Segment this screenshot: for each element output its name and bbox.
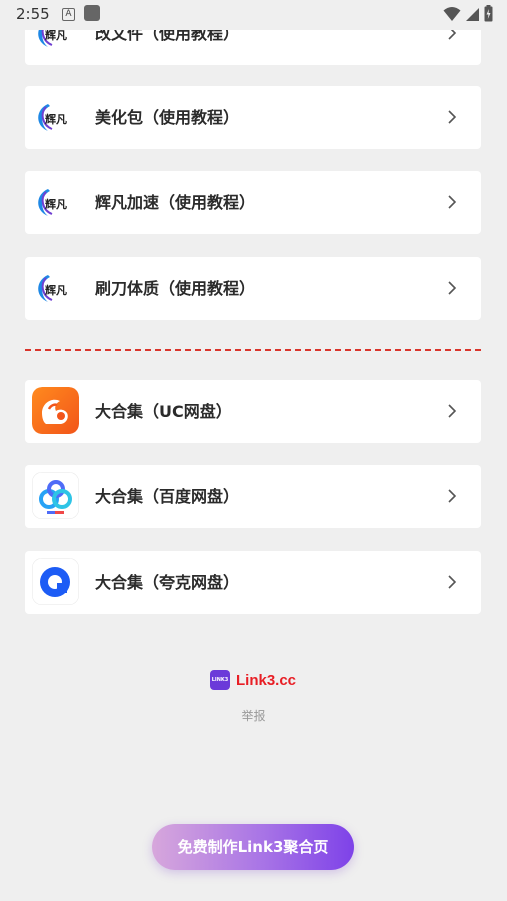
status-time: 2:55 — [16, 5, 50, 23]
notification-a-icon: A — [62, 8, 75, 21]
huifan-logo-icon: 辉凡 — [38, 275, 67, 302]
collection-card-uc-drive[interactable]: 大合集（UC网盘） — [25, 380, 481, 443]
huifan-logo-icon: 辉凡 — [38, 104, 67, 131]
svg-text:辉凡: 辉凡 — [45, 198, 67, 211]
chevron-right-icon — [448, 575, 457, 589]
chevron-right-icon — [448, 404, 457, 418]
huifan-logo-icon: 辉凡 — [38, 189, 67, 216]
chevron-right-icon — [448, 110, 457, 124]
battery-icon — [484, 5, 493, 22]
tutorial-card-huifan-accelerate[interactable]: 辉凡 辉凡加速（使用教程） — [25, 171, 481, 234]
tutorial-card-beautify-pack[interactable]: 辉凡 美化包（使用教程） — [25, 86, 481, 149]
card-label: 大合集（夸克网盘） — [95, 573, 240, 592]
chevron-right-icon — [448, 195, 457, 209]
baidu-netdisk-icon — [32, 472, 79, 519]
card-label: 刷刀体质（使用教程） — [95, 279, 256, 298]
collection-card-quark-drive[interactable]: 大合集（夸克网盘） — [25, 551, 481, 614]
svg-text:辉凡: 辉凡 — [45, 113, 67, 126]
wifi-icon — [443, 6, 461, 21]
collection-card-baidu-netdisk[interactable]: 大合集（百度网盘） — [25, 465, 481, 528]
chevron-right-icon — [448, 281, 457, 295]
chevron-right-icon — [448, 489, 457, 503]
svg-text:辉凡: 辉凡 — [45, 29, 67, 42]
card-label: 大合集（百度网盘） — [95, 487, 240, 506]
signal-icon — [466, 7, 479, 21]
svg-text:辉凡: 辉凡 — [45, 284, 67, 297]
status-bar: 2:55 A — [0, 0, 507, 30]
link3-logo-icon: LINK3 — [210, 670, 230, 690]
tutorial-card-blade-physique[interactable]: 辉凡 刷刀体质（使用教程） — [25, 257, 481, 320]
quark-drive-icon — [32, 558, 79, 605]
report-link[interactable]: 举报 — [0, 707, 507, 724]
notification-app-icon — [84, 5, 100, 21]
link3-brand[interactable]: LINK3 Link3.cc — [210, 670, 296, 690]
section-divider — [25, 349, 481, 351]
card-label: 美化包（使用教程） — [95, 108, 240, 127]
create-link3-page-button[interactable]: 免费制作Link3聚合页 — [152, 824, 354, 870]
brand-name: Link3.cc — [236, 671, 297, 689]
card-label: 辉凡加速（使用教程） — [95, 193, 256, 212]
uc-drive-icon — [32, 387, 79, 434]
card-label: 大合集（UC网盘） — [95, 402, 232, 421]
